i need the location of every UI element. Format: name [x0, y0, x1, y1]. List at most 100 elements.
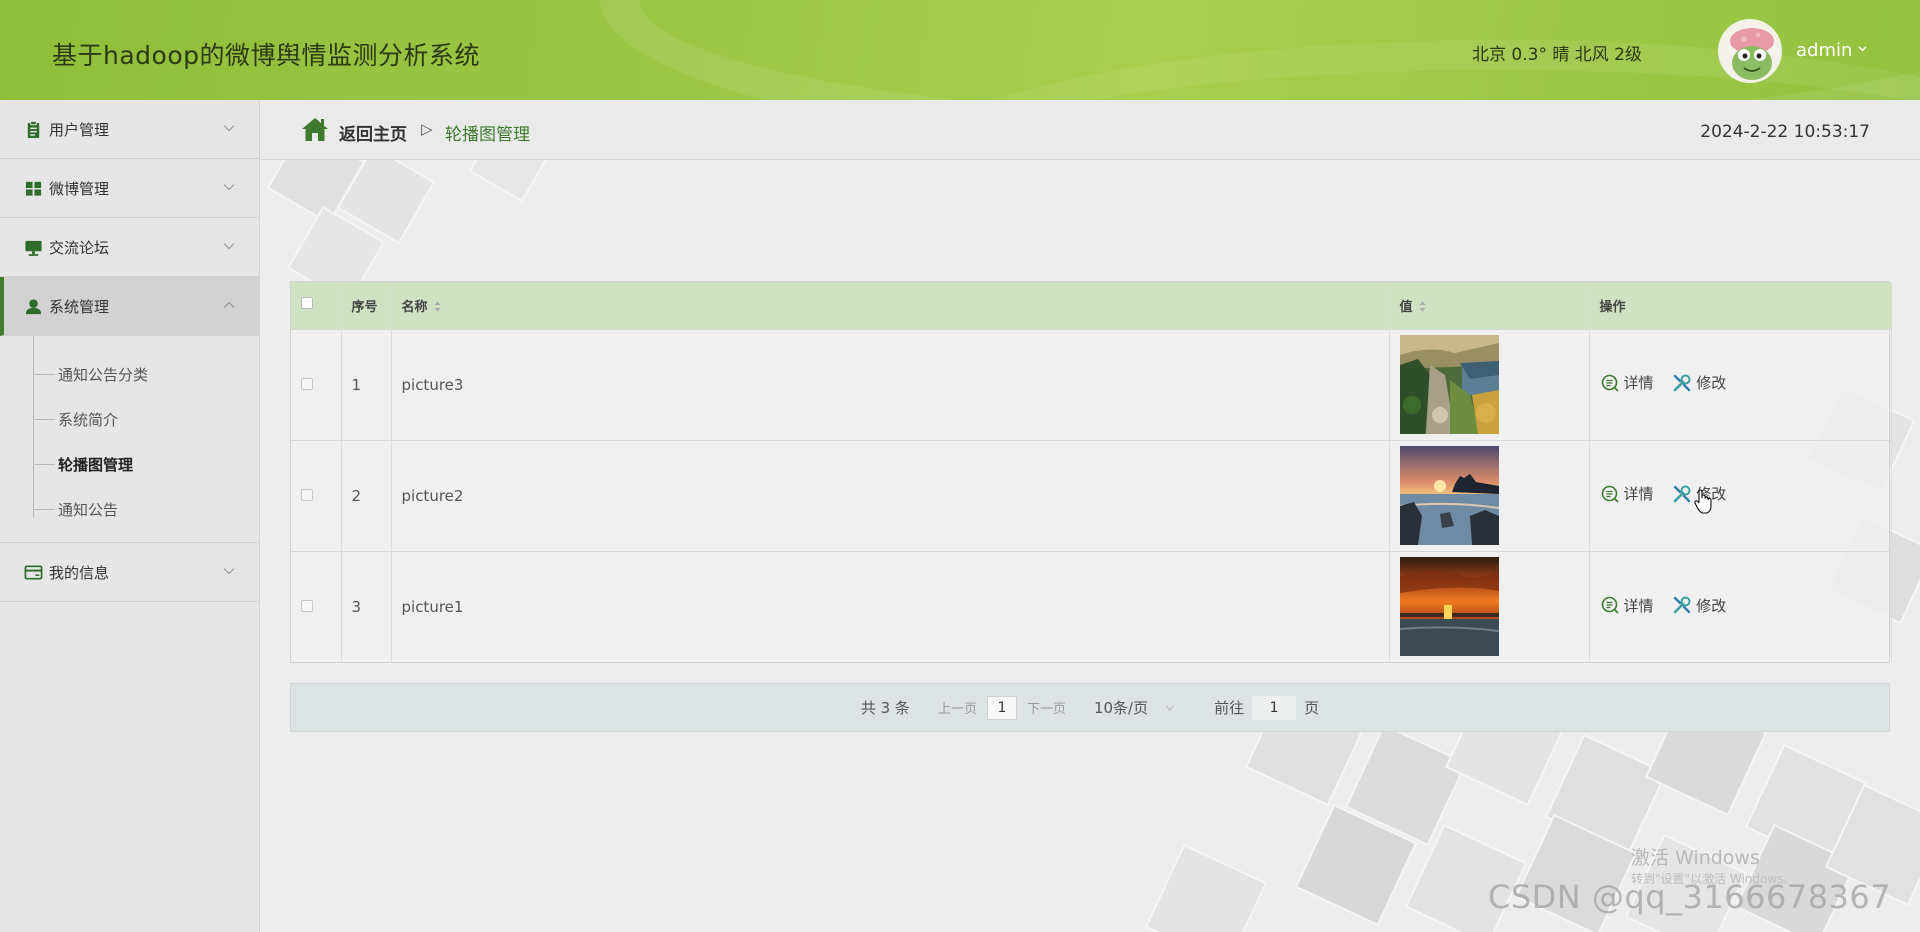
- row-index: 3: [341, 550, 392, 662]
- edit-button[interactable]: 修改: [1672, 372, 1726, 393]
- csdn-watermark: CSDN @qq_3166678367: [1488, 878, 1892, 916]
- hand-cursor-icon: [1694, 489, 1712, 514]
- row-image-cell: [1389, 550, 1590, 662]
- column-header-value-label: 值: [1399, 299, 1413, 315]
- home-icon[interactable]: [301, 116, 329, 142]
- grid-icon: [25, 181, 42, 196]
- select-all-checkbox[interactable]: [301, 297, 313, 310]
- row-actions: 详情 修改: [1589, 550, 1892, 662]
- column-header-index: 序号: [341, 282, 392, 329]
- chevron-down-icon: [223, 568, 235, 575]
- submenu-system: 通知公告分类 系统简介 轮播图管理 通知公告: [0, 336, 259, 543]
- carousel-table: 序号 名称 值 操作 1 picture3 详情 修改 2 picture2 详…: [290, 281, 1892, 663]
- user-icon: [25, 298, 42, 314]
- row-name: picture3: [391, 328, 1390, 440]
- chevron-down-icon[interactable]: [1858, 44, 1867, 53]
- sort-icon[interactable]: [434, 301, 441, 312]
- column-header-name[interactable]: 名称: [391, 282, 1390, 329]
- windows-activation-title: 激活 Windows: [1631, 847, 1760, 869]
- breadcrumb-separator: ▷: [421, 120, 433, 138]
- detail-label: 详情: [1623, 596, 1654, 615]
- app-title: 基于hadoop的微博舆情监测分析系统: [52, 41, 480, 70]
- pagination-total: 共 3 条: [860, 699, 910, 717]
- table-row: 1 picture3 详情 修改: [291, 328, 1892, 440]
- chevron-down-icon: [1166, 705, 1175, 711]
- detail-label: 详情: [1623, 485, 1654, 504]
- row-image-cell: [1389, 439, 1590, 551]
- table-row: 2 picture2 详情 修改: [291, 439, 1892, 551]
- clipboard-icon: [27, 120, 40, 138]
- sidebar: 用户管理 微博管理 交流论坛 系统管理 通知公告分类 系统简介 轮播图管理 通知…: [0, 100, 260, 932]
- row-actions: 详情 修改: [1589, 328, 1892, 440]
- weather-info: 北京 0.3° 晴 北风 2级: [1472, 45, 1642, 65]
- sidebar-item-label: 我的信息: [49, 563, 110, 582]
- column-header-value[interactable]: 值: [1389, 282, 1590, 329]
- sunset-sea-rocks-image[interactable]: [1399, 446, 1499, 545]
- detail-label: 详情: [1623, 374, 1654, 393]
- detail-button[interactable]: 详情: [1600, 595, 1654, 616]
- detail-icon: [1601, 485, 1619, 503]
- breadcrumb-bar: 返回主页 ▷ 轮播图管理 2024-2-22 10:53:17: [261, 100, 1920, 160]
- select-all-cell: [291, 282, 342, 329]
- table-row: 3 picture1 详情 修改: [291, 550, 1892, 662]
- row-index: 2: [341, 439, 392, 551]
- avatar[interactable]: [1718, 19, 1782, 83]
- user-name[interactable]: admin: [1796, 40, 1852, 61]
- breadcrumb-home[interactable]: 返回主页: [339, 120, 407, 145]
- sidebar-item-label: 交流论坛: [49, 238, 110, 257]
- sidebar-item-forum[interactable]: 交流论坛: [0, 218, 259, 277]
- sidebar-item-my-info[interactable]: 我的信息: [0, 543, 259, 602]
- goto-suffix: 页: [1304, 699, 1320, 717]
- sidebar-item-user-management[interactable]: 用户管理: [0, 100, 259, 159]
- submenu-item-notice[interactable]: 通知公告: [0, 487, 259, 532]
- wrench-icon: [1673, 596, 1691, 614]
- app-header: 基于hadoop的微博舆情监测分析系统 北京 0.3° 晴 北风 2级 admi…: [0, 0, 1920, 100]
- wrench-icon: [1673, 485, 1691, 503]
- page-size-select[interactable]: 10条/页: [1093, 697, 1175, 718]
- goto-label: 前往: [1214, 699, 1245, 717]
- table-header: 序号 名称 值 操作: [291, 282, 1892, 329]
- wrench-icon: [1673, 374, 1691, 392]
- column-header-actions: 操作: [1589, 282, 1892, 329]
- row-actions: 详情 修改: [1589, 439, 1892, 551]
- row-image-cell: [1389, 328, 1590, 440]
- next-page-button[interactable]: 下一页: [1027, 698, 1066, 717]
- detail-icon: [1601, 596, 1619, 614]
- page-number-current[interactable]: 1: [986, 695, 1017, 720]
- row-checkbox[interactable]: [301, 488, 313, 501]
- sidebar-item-label: 用户管理: [49, 120, 110, 139]
- card-icon: [24, 564, 43, 580]
- edit-button[interactable]: 修改: [1672, 595, 1726, 616]
- submenu-item-carousel[interactable]: 轮播图管理: [0, 442, 259, 487]
- edit-label: 修改: [1696, 596, 1727, 615]
- row-checkbox[interactable]: [301, 377, 313, 390]
- current-datetime: 2024-2-22 10:53:17: [1700, 122, 1870, 142]
- chevron-down-icon: [223, 243, 235, 250]
- sort-icon[interactable]: [1419, 301, 1426, 312]
- row-index: 1: [341, 328, 392, 440]
- chevron-up-icon: [223, 301, 235, 308]
- prev-page-button[interactable]: 上一页: [938, 698, 977, 717]
- row-name: picture1: [391, 550, 1390, 662]
- submenu-item-system-intro[interactable]: 系统简介: [0, 397, 259, 442]
- monitor-icon: [25, 240, 42, 256]
- row-name: picture2: [391, 439, 1390, 551]
- chevron-down-icon: [223, 125, 235, 132]
- chevron-down-icon: [223, 184, 235, 191]
- goto-page-input[interactable]: [1252, 695, 1297, 720]
- detail-icon: [1601, 374, 1619, 392]
- row-checkbox[interactable]: [301, 599, 313, 612]
- detail-button[interactable]: 详情: [1600, 483, 1654, 504]
- orange-sunset-water-image[interactable]: [1399, 557, 1499, 657]
- sidebar-item-weibo-management[interactable]: 微博管理: [0, 159, 259, 218]
- sidebar-item-label: 微博管理: [49, 179, 110, 198]
- forest-cliff-lake-image[interactable]: [1399, 335, 1499, 434]
- sidebar-item-system-management[interactable]: 系统管理: [0, 277, 259, 336]
- main-content: 返回主页 ▷ 轮播图管理 2024-2-22 10:53:17 序号 名称 值 …: [261, 100, 1920, 932]
- breadcrumb-current: 轮播图管理: [445, 125, 530, 145]
- sidebar-item-label: 系统管理: [49, 297, 110, 316]
- submenu-item-notice-category[interactable]: 通知公告分类: [0, 352, 259, 397]
- pagination: 共 3 条 上一页 1 下一页 10条/页 前往 页: [290, 683, 1890, 732]
- detail-button[interactable]: 详情: [1600, 372, 1654, 393]
- page-size-value: 10条/页: [1093, 699, 1149, 717]
